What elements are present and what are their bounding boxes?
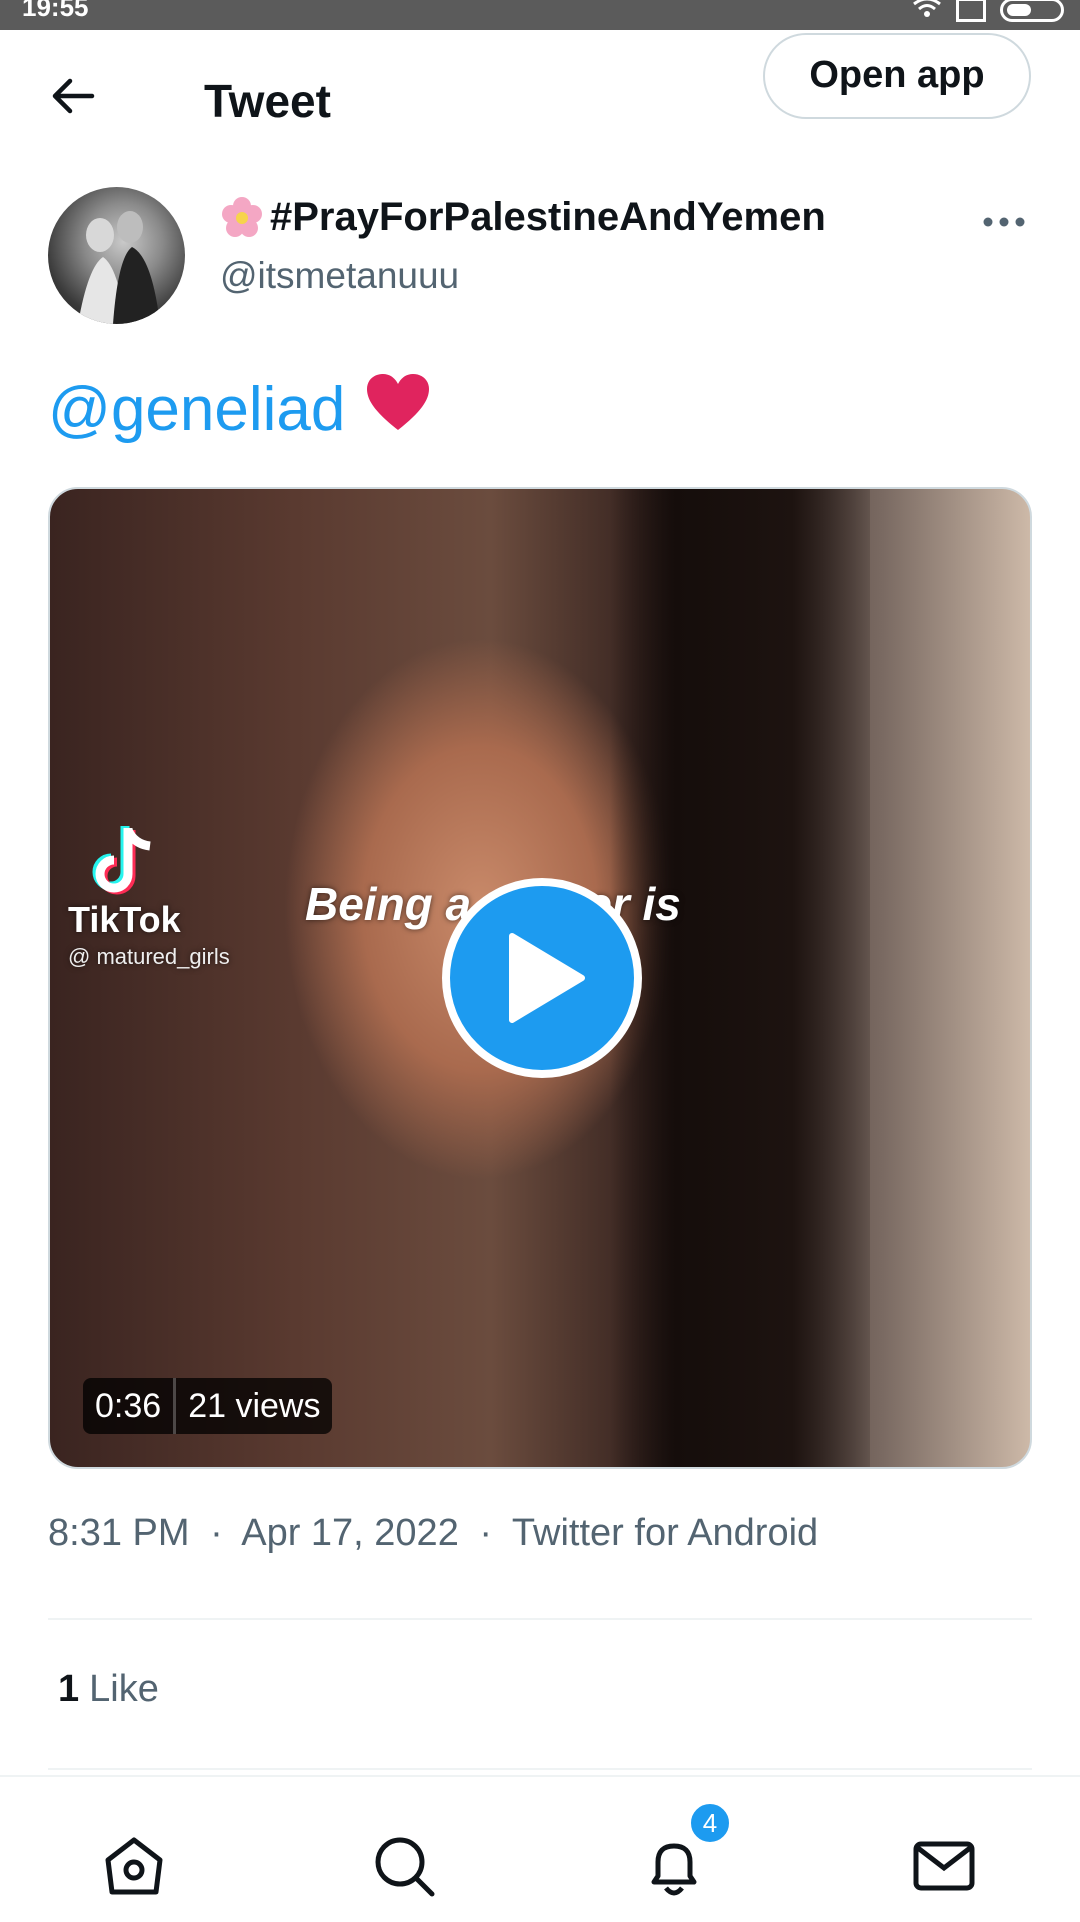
notification-count-badge: 4 xyxy=(688,1801,732,1845)
video-duration: 0:36 xyxy=(83,1378,174,1434)
likes-stat[interactable]: 1 Like xyxy=(58,1668,159,1711)
tweet-source[interactable]: Twitter for Android xyxy=(512,1512,818,1554)
page-title: Tweet xyxy=(204,75,331,127)
tweet-time[interactable]: 8:31 PM xyxy=(48,1512,190,1554)
mention-link[interactable]: @geneliad xyxy=(48,374,345,445)
flower-emoji-icon xyxy=(220,196,264,240)
sim-icon xyxy=(956,0,986,22)
status-bar: 19:55 xyxy=(0,0,1080,30)
more-options-icon[interactable] xyxy=(978,200,1030,244)
heart-emoji-icon xyxy=(365,372,431,447)
video-player[interactable]: TikTok @ matured_girls Being a ... aker … xyxy=(48,487,1032,1469)
author-handle[interactable]: @itsmetanuuu xyxy=(220,255,459,297)
display-name-text: #PrayForPalestineAndYemen xyxy=(270,195,826,239)
tweet-date[interactable]: Apr 17, 2022 xyxy=(241,1512,459,1554)
top-bar: Tweet Open app xyxy=(0,30,1080,150)
author-display-name[interactable]: #PrayForPalestineAndYemen xyxy=(220,195,826,240)
back-arrow-icon[interactable] xyxy=(48,70,100,122)
home-icon[interactable] xyxy=(100,1832,168,1900)
status-time: 19:55 xyxy=(22,0,89,22)
tweet-meta: 8:31 PM · Apr 17, 2022 · Twitter for And… xyxy=(48,1512,818,1555)
divider xyxy=(48,1768,1032,1770)
like-label: Like xyxy=(89,1668,159,1710)
tiktok-brand: TikTok xyxy=(68,899,181,940)
status-icons xyxy=(912,0,1064,25)
wifi-icon xyxy=(912,0,942,25)
bottom-navigation: 4 xyxy=(0,1775,1080,1922)
notifications-bell-icon[interactable] xyxy=(640,1832,708,1900)
meta-separator: · xyxy=(210,1512,223,1554)
tiktok-logo-icon xyxy=(90,822,160,902)
tiktok-username: @ matured_girls xyxy=(68,944,230,969)
video-frame-hair xyxy=(610,489,870,1467)
play-button[interactable] xyxy=(442,878,642,1078)
meta-separator: · xyxy=(479,1512,493,1554)
video-info-badges: 0:36 21 views xyxy=(83,1378,333,1434)
search-icon[interactable] xyxy=(370,1832,438,1900)
tweet-text: @geneliad xyxy=(48,372,431,447)
messages-envelope-icon[interactable] xyxy=(910,1832,978,1900)
battery-icon xyxy=(1000,0,1064,22)
open-app-button[interactable]: Open app xyxy=(763,33,1031,119)
like-count: 1 xyxy=(58,1668,80,1710)
divider xyxy=(48,1618,1032,1620)
avatar[interactable] xyxy=(48,187,185,324)
play-icon xyxy=(509,933,585,1023)
video-views: 21 views xyxy=(173,1378,333,1434)
